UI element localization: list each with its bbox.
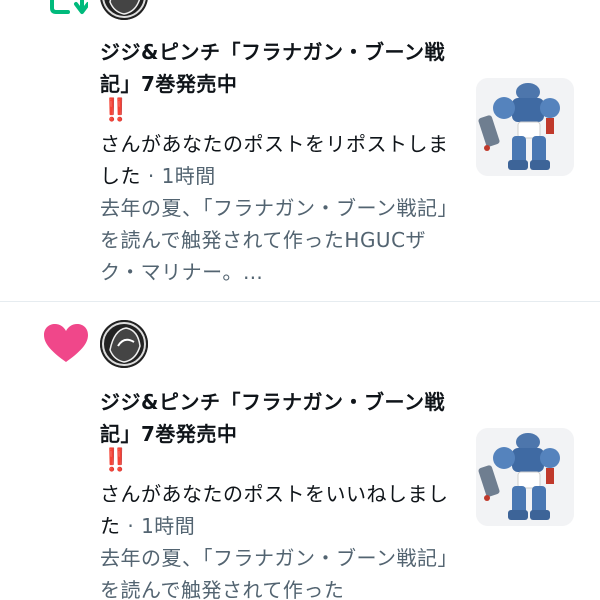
- author-name[interactable]: ジジ&ピンチ「フラナガン・ブーン戦記」7巻発売中: [100, 386, 450, 450]
- retweet-icon: [44, 0, 90, 18]
- double-exclamation-emoji: ‼️: [102, 448, 129, 473]
- post-preview[interactable]: 去年の夏、「フラナガン・ブーン戦記」を読んで触発されて作ったHGUCザク・マリナ…: [100, 192, 450, 288]
- notification-action-text: さんがあなたのポストをいいねしました · 1時間: [100, 478, 450, 542]
- notification-item-retweet[interactable]: ジジ&ピンチ「フラナガン・ブーン戦記」7巻発売中 ‼️ さんがあなたのポストをリ…: [0, 0, 600, 301]
- author-name[interactable]: ジジ&ピンチ「フラナガン・ブーン戦記」7巻発売中: [100, 36, 450, 100]
- gundam-model-thumbnail[interactable]: [476, 428, 574, 526]
- timestamp: · 1時間: [141, 164, 216, 188]
- post-preview[interactable]: 去年の夏、「フラナガン・ブーン戦記」を読んで触発されて作った: [100, 542, 450, 600]
- heart-icon: [44, 324, 88, 364]
- avatar[interactable]: [100, 0, 148, 20]
- notifications-screen: ジジ&ピンチ「フラナガン・ブーン戦記」7巻発売中 ‼️ さんがあなたのポストをリ…: [0, 0, 600, 600]
- avatar[interactable]: [100, 320, 148, 368]
- gundam-model-thumbnail[interactable]: [476, 78, 574, 176]
- notification-item-like[interactable]: ジジ&ピンチ「フラナガン・ブーン戦記」7巻発売中 ‼️ さんがあなたのポストをい…: [0, 302, 600, 600]
- notification-action-text: さんがあなたのポストをリポストしました · 1時間: [100, 128, 450, 192]
- timestamp: · 1時間: [120, 514, 196, 538]
- double-exclamation-emoji: ‼️: [102, 98, 129, 123]
